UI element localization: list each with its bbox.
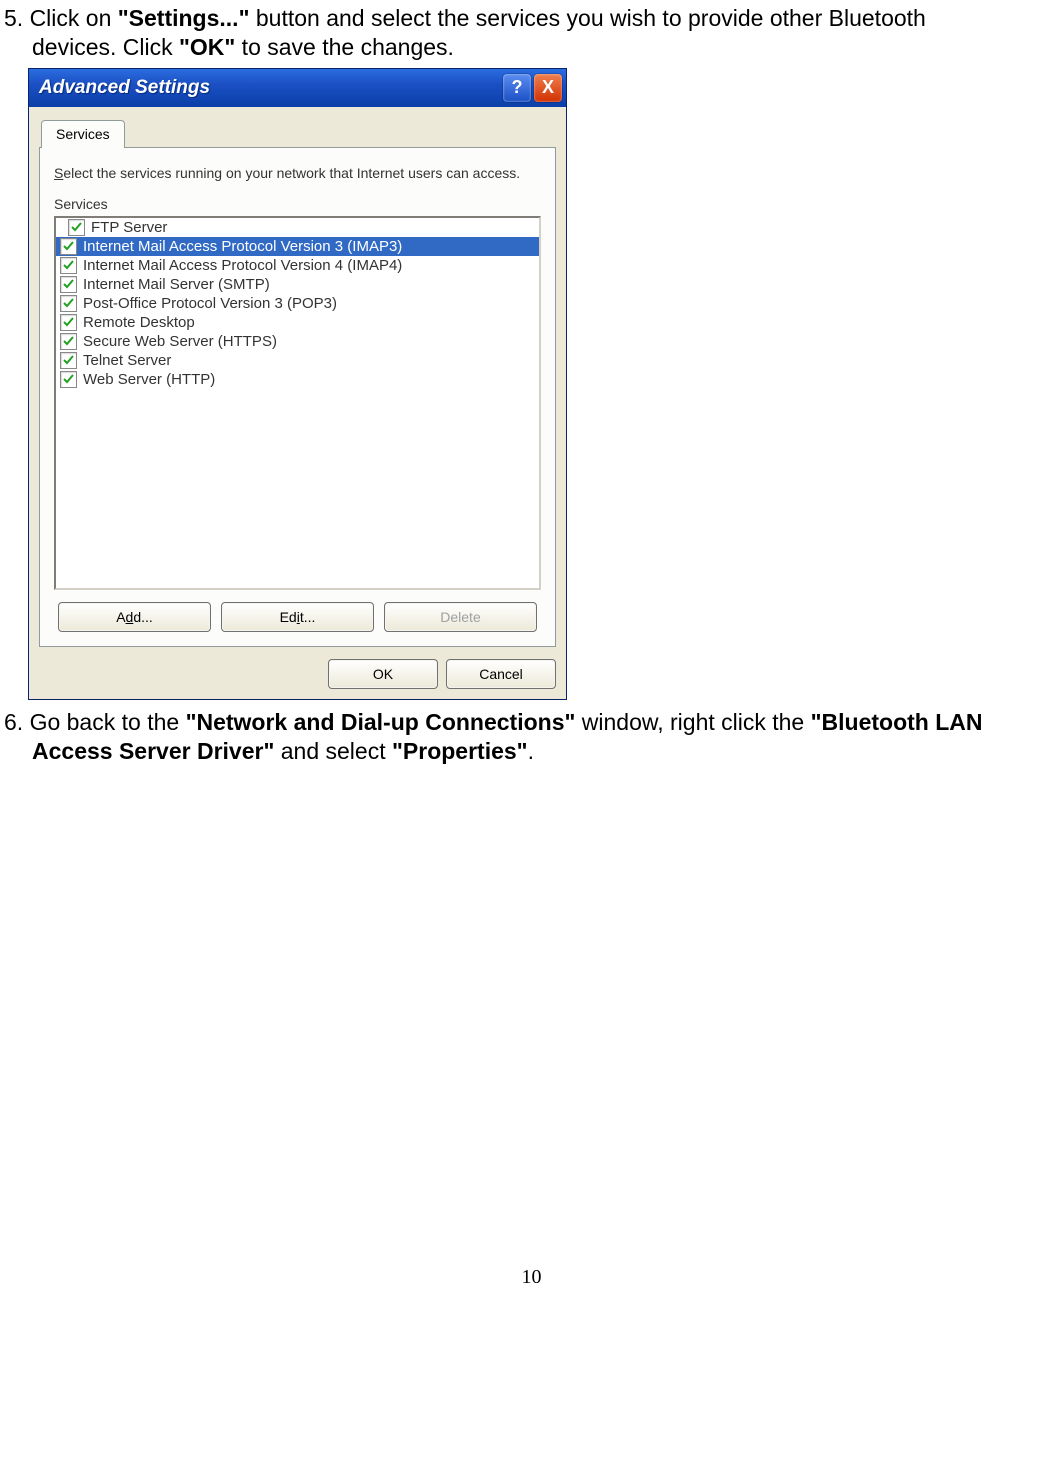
text: to save the changes. <box>235 34 454 60</box>
checkbox-icon[interactable] <box>60 333 77 350</box>
add-button[interactable]: Add... <box>58 602 211 632</box>
dialog-footer: OK Cancel <box>39 659 556 689</box>
text: 5. Click on <box>4 5 118 31</box>
checkbox-icon[interactable] <box>60 314 77 331</box>
screenshot-dialog-wrap: Advanced Settings ? X Services Select th… <box>28 68 1063 701</box>
step-5-text: 5. Click on "Settings..." button and sel… <box>0 0 1063 62</box>
text: window, right click the <box>575 709 810 735</box>
list-item[interactable]: Internet Mail Access Protocol Version 3 … <box>56 237 539 256</box>
list-item[interactable]: Internet Mail Server (SMTP) <box>56 275 539 294</box>
ok-button[interactable]: OK <box>328 659 438 689</box>
document-page: 5. Click on "Settings..." button and sel… <box>0 0 1063 1309</box>
list-item-label: Secure Web Server (HTTPS) <box>83 333 277 350</box>
list-item[interactable]: Telnet Server <box>56 351 539 370</box>
text: S <box>54 165 63 181</box>
dialog-body: Services Select the services running on … <box>29 107 566 700</box>
page-number: 10 <box>0 1266 1063 1309</box>
help-icon: ? <box>512 77 523 98</box>
list-item[interactable]: Post-Office Protocol Version 3 (POP3) <box>56 294 539 313</box>
close-button[interactable]: X <box>534 74 562 102</box>
list-item-label: FTP Server <box>91 219 167 236</box>
list-item[interactable]: FTP Server <box>56 218 539 237</box>
checkbox-icon[interactable] <box>68 219 85 236</box>
bold-text: "Settings..." <box>118 5 250 31</box>
bold-text: "Properties" <box>392 738 528 764</box>
text: d <box>126 609 134 625</box>
list-item-label: Internet Mail Access Protocol Version 3 … <box>83 238 402 255</box>
list-item-label: Web Server (HTTP) <box>83 371 215 388</box>
list-item-label: Post-Office Protocol Version 3 (POP3) <box>83 295 337 312</box>
list-item[interactable]: Web Server (HTTP) <box>56 370 539 389</box>
tab-panel: Select the services running on your netw… <box>39 147 556 648</box>
cancel-button[interactable]: Cancel <box>446 659 556 689</box>
tab-services[interactable]: Services <box>41 120 125 148</box>
text: elect the services running on your netwo… <box>63 165 520 181</box>
titlebar[interactable]: Advanced Settings ? X <box>29 69 566 107</box>
text-line2: Access Server Driver" and select "Proper… <box>4 737 1059 766</box>
text: t... <box>300 609 316 625</box>
services-label: Services <box>54 196 541 212</box>
checkbox-icon[interactable] <box>60 295 77 312</box>
list-item-label: Internet Mail Server (SMTP) <box>83 276 270 293</box>
checkbox-icon[interactable] <box>60 257 77 274</box>
window-title: Advanced Settings <box>39 77 500 99</box>
text: d... <box>133 609 152 625</box>
close-icon: X <box>542 77 554 98</box>
text-line2: devices. Click "OK" to save the changes. <box>4 33 1059 62</box>
text: A <box>116 609 125 625</box>
tab-strip: Services <box>41 120 556 148</box>
bold-text: "OK" <box>179 34 235 60</box>
services-listbox[interactable]: FTP Server Internet Mail Access Protocol … <box>54 216 541 590</box>
checkbox-icon[interactable] <box>60 238 77 255</box>
list-item-label: Remote Desktop <box>83 314 195 331</box>
text: 6. Go back to the <box>4 709 186 735</box>
advanced-settings-dialog: Advanced Settings ? X Services Select th… <box>28 68 567 701</box>
panel-description: Select the services running on your netw… <box>54 164 541 183</box>
bold-text: "Bluetooth LAN <box>811 709 983 735</box>
bold-text: Access Server Driver" <box>32 738 274 764</box>
list-item-label: Telnet Server <box>83 352 171 369</box>
delete-button: Delete <box>384 602 537 632</box>
text: button and select the services you wish … <box>249 5 925 31</box>
button-row: Add... Edit... Delete <box>54 602 541 632</box>
list-item[interactable]: Remote Desktop <box>56 313 539 332</box>
checkbox-icon[interactable] <box>60 276 77 293</box>
step-6-text: 6. Go back to the "Network and Dial-up C… <box>0 704 1063 766</box>
bold-text: "Network and Dial-up Connections" <box>186 709 576 735</box>
text: . <box>528 738 534 764</box>
text: and select <box>274 738 392 764</box>
text: devices. Click <box>32 34 179 60</box>
list-item-label: Internet Mail Access Protocol Version 4 … <box>83 257 402 274</box>
help-button[interactable]: ? <box>503 74 531 102</box>
checkbox-icon[interactable] <box>60 352 77 369</box>
list-item[interactable]: Internet Mail Access Protocol Version 4 … <box>56 256 539 275</box>
list-item[interactable]: Secure Web Server (HTTPS) <box>56 332 539 351</box>
text: Ed <box>280 609 297 625</box>
checkbox-icon[interactable] <box>60 371 77 388</box>
edit-button[interactable]: Edit... <box>221 602 374 632</box>
